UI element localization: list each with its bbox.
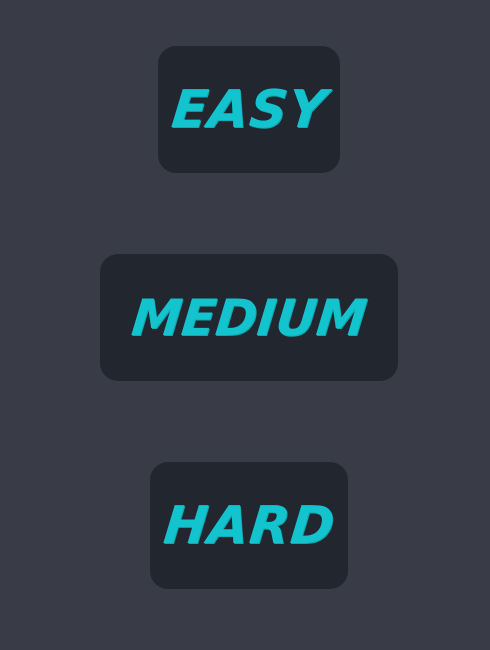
hard-button-label: HARD — [160, 495, 338, 556]
easy-button-label: EASY — [168, 79, 330, 140]
easy-button[interactable]: EASY — [158, 46, 340, 173]
medium-button-label: MEDIUM — [128, 288, 370, 347]
hard-button[interactable]: HARD — [150, 462, 348, 589]
difficulty-menu: EASY MEDIUM HARD — [0, 0, 490, 650]
medium-button[interactable]: MEDIUM — [100, 254, 398, 381]
